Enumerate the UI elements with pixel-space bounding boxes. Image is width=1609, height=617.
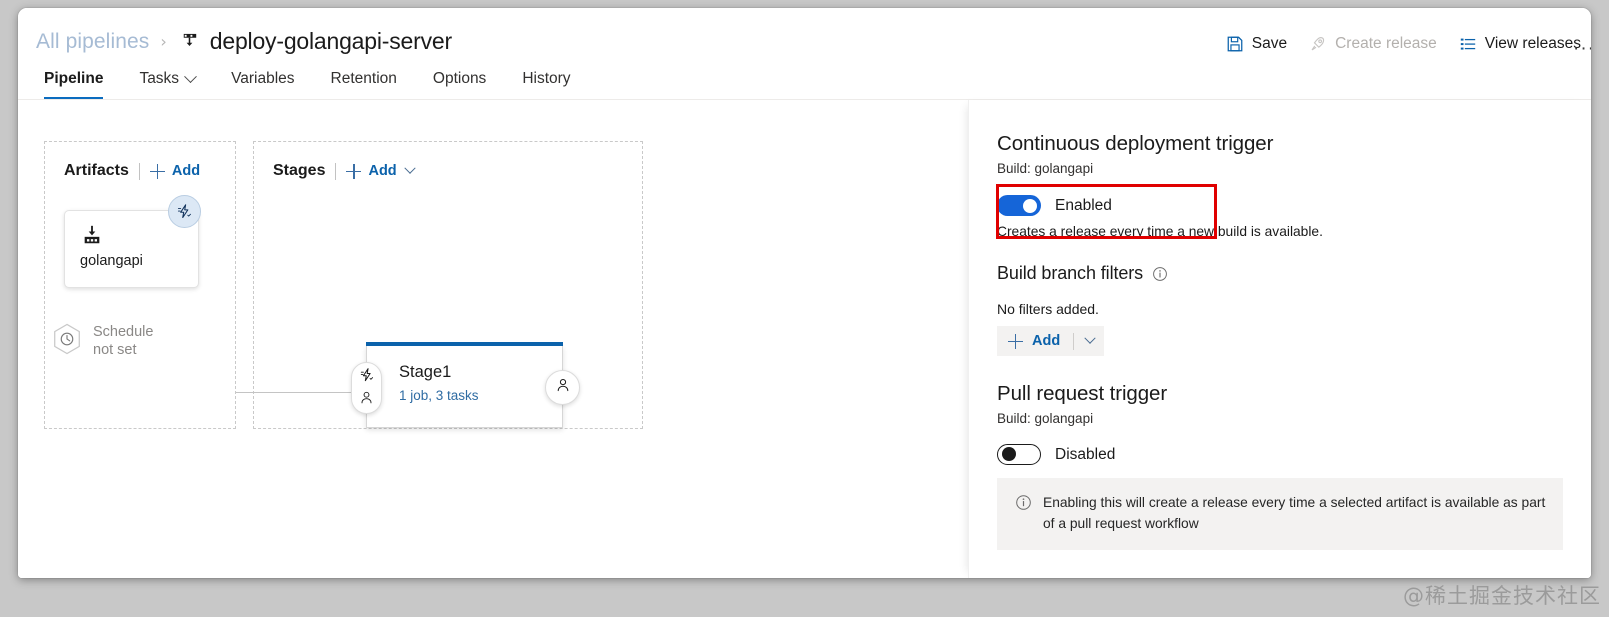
tab-retention-label: Retention bbox=[330, 70, 397, 87]
tab-retention[interactable]: Retention bbox=[313, 70, 415, 99]
info-icon[interactable] bbox=[1152, 266, 1168, 282]
cd-trigger-toggle-row: Enabled bbox=[997, 195, 1563, 216]
stages-header: Stages Add bbox=[273, 162, 416, 180]
page-header: All pipelines › deploy-golangapi-server bbox=[18, 8, 1591, 100]
save-icon bbox=[1226, 35, 1244, 53]
list-icon bbox=[1459, 35, 1477, 53]
branch-filters-title: Build branch filters bbox=[997, 263, 1144, 283]
add-artifact-button[interactable]: Add bbox=[149, 163, 201, 179]
cd-trigger-toggle[interactable] bbox=[997, 195, 1041, 216]
cd-trigger-title: Continuous deployment trigger bbox=[997, 132, 1274, 155]
pre-deployment-trigger-icon bbox=[359, 367, 375, 388]
chevron-down-icon bbox=[184, 69, 197, 83]
view-releases-button[interactable]: View releases bbox=[1459, 35, 1581, 53]
post-deployment-conditions-button[interactable] bbox=[545, 370, 580, 405]
plus-icon bbox=[346, 163, 362, 179]
save-button[interactable]: Save bbox=[1226, 35, 1287, 53]
save-label: Save bbox=[1251, 35, 1288, 52]
clock-icon bbox=[50, 322, 84, 361]
post-deployment-approval-icon bbox=[555, 377, 571, 398]
tab-variables[interactable]: Variables bbox=[213, 70, 312, 99]
add-branch-filter-button[interactable]: Add bbox=[997, 326, 1105, 356]
tab-history[interactable]: History bbox=[504, 70, 588, 99]
stage-node[interactable]: Stage1 1 job, 3 tasks bbox=[366, 342, 563, 428]
pre-deployment-approval-icon bbox=[359, 390, 374, 410]
pr-trigger-title: Pull request trigger bbox=[997, 382, 1168, 405]
artifacts-title: Artifacts bbox=[64, 162, 129, 179]
add-stage-label: Add bbox=[368, 163, 397, 179]
chevron-down-icon bbox=[403, 162, 416, 174]
chevron-down-icon bbox=[1084, 332, 1096, 344]
stage-summary[interactable]: 1 job, 3 tasks bbox=[399, 388, 479, 403]
breadcrumb: All pipelines › deploy-golangapi-server bbox=[36, 28, 452, 55]
stages-divider bbox=[335, 162, 337, 180]
tab-history-label: History bbox=[522, 70, 571, 87]
add-stage-button[interactable]: Add bbox=[346, 162, 416, 179]
pr-trigger-toggle-label: Disabled bbox=[1055, 445, 1116, 463]
artifacts-header: Artifacts Add bbox=[64, 162, 200, 180]
breadcrumb-all-pipelines[interactable]: All pipelines bbox=[36, 30, 149, 54]
tab-variables-label: Variables bbox=[231, 70, 295, 87]
pipeline-canvas: Artifacts Add Stages Add golangapi Sched… bbox=[18, 100, 968, 578]
pre-deployment-conditions-button[interactable] bbox=[351, 362, 382, 414]
add-branch-filter-main[interactable]: Add bbox=[997, 326, 1073, 356]
schedule-trigger[interactable]: Schedule not set bbox=[50, 322, 153, 361]
build-artifact-icon bbox=[81, 224, 103, 246]
add-branch-filter-dropdown[interactable] bbox=[1074, 326, 1104, 356]
cd-trigger-subtitle: Build: golangapi bbox=[997, 161, 1094, 176]
trigger-details-pane: Continuous deployment trigger Build: gol… bbox=[968, 100, 1591, 578]
plus-icon bbox=[149, 163, 165, 179]
create-release-button[interactable]: Create release bbox=[1309, 35, 1437, 53]
more-options-button[interactable]: ··· bbox=[1573, 38, 1591, 60]
pr-trigger-info-text: Enabling this will create a release ever… bbox=[1043, 495, 1546, 531]
view-releases-label: View releases bbox=[1484, 35, 1581, 52]
pr-trigger-info-box: Enabling this will create a release ever… bbox=[997, 478, 1563, 551]
tab-bar: Pipeline Tasks Variables Retention Optio… bbox=[40, 69, 589, 99]
artifact-to-stage-connector bbox=[236, 392, 354, 393]
schedule-line1: Schedule bbox=[93, 323, 154, 340]
plus-icon bbox=[1008, 333, 1023, 349]
page-title: deploy-golangapi-server bbox=[209, 28, 452, 54]
artifact-name: golangapi bbox=[80, 253, 143, 269]
tab-pipeline-label: Pipeline bbox=[44, 70, 104, 87]
header-toolbar: Save Create release View releases bbox=[1226, 35, 1581, 53]
watermark: @稀土掘金技术社区 bbox=[1403, 584, 1601, 608]
add-artifact-label: Add bbox=[171, 163, 201, 179]
tab-pipeline[interactable]: Pipeline bbox=[40, 70, 121, 99]
artifacts-divider bbox=[138, 162, 140, 180]
tab-tasks-label: Tasks bbox=[139, 70, 180, 87]
page-body: Artifacts Add Stages Add golangapi Sched… bbox=[18, 100, 1591, 578]
azure-devops-window: All pipelines › deploy-golangapi-server bbox=[18, 8, 1591, 578]
branch-filters-header: Build branch filters bbox=[997, 263, 1563, 284]
breadcrumb-separator: › bbox=[160, 32, 167, 51]
branch-filters-empty-text: No filters added. bbox=[997, 301, 1099, 317]
rocket-icon bbox=[1309, 35, 1327, 53]
pr-trigger-toggle-row: Disabled bbox=[997, 444, 1563, 465]
pr-trigger-toggle[interactable] bbox=[997, 444, 1041, 465]
tab-tasks[interactable]: Tasks bbox=[121, 69, 213, 99]
cd-trigger-helper-text: Creates a release every time a new build… bbox=[997, 224, 1323, 239]
schedule-label: Schedule not set bbox=[93, 324, 153, 360]
stage-name: Stage1 bbox=[399, 363, 452, 381]
pipeline-icon bbox=[178, 29, 201, 55]
toggle-knob bbox=[1002, 447, 1016, 461]
cd-trigger-toggle-label: Enabled bbox=[1055, 196, 1112, 214]
toggle-knob bbox=[1023, 198, 1037, 213]
stages-title: Stages bbox=[273, 162, 326, 179]
continuous-deployment-trigger-icon[interactable] bbox=[168, 195, 201, 228]
add-branch-filter-label: Add bbox=[1032, 333, 1061, 349]
pr-trigger-subtitle: Build: golangapi bbox=[997, 411, 1094, 426]
schedule-line2: not set bbox=[93, 341, 137, 358]
tab-options-label: Options bbox=[432, 70, 487, 87]
create-release-label: Create release bbox=[1335, 35, 1437, 52]
tab-options[interactable]: Options bbox=[415, 70, 504, 99]
